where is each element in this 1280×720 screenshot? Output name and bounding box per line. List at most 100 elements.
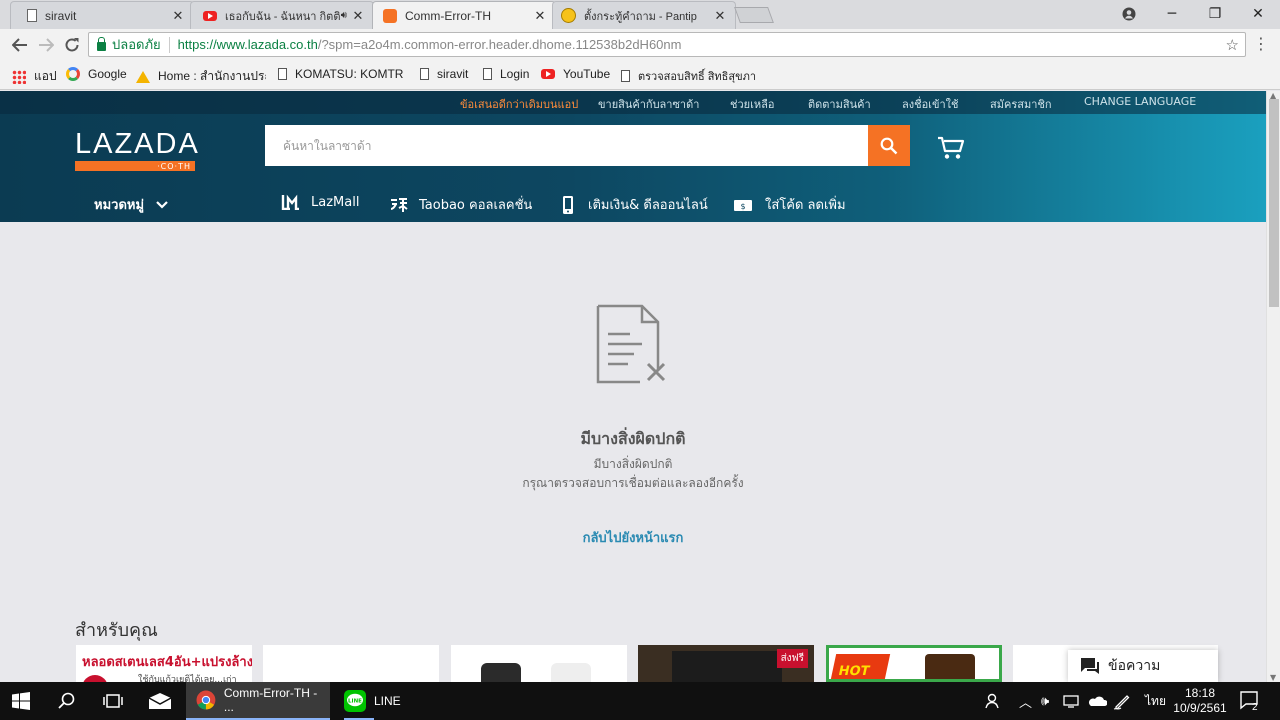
bookmark-komatsu[interactable]: KOMATSU: KOMTRAX [278, 67, 403, 81]
product-image [481, 663, 521, 682]
track-order-link[interactable]: ติดตามสินค้า [808, 95, 871, 113]
bookmark-label: Login [500, 67, 530, 81]
search-button[interactable] [868, 125, 910, 166]
categories-label: หมวดหมู่ [94, 198, 145, 213]
close-icon[interactable]: ✕ [533, 8, 547, 24]
bookmark-label: Google [88, 67, 127, 81]
help-link[interactable]: ช่วยเหลือ [730, 95, 774, 113]
close-window-button[interactable]: ✕ [1236, 0, 1280, 28]
network-icon[interactable] [1063, 682, 1081, 720]
bookmark-label: Home : สำนักงานประกัน [158, 69, 266, 83]
action-center-icon[interactable]: 2 [1240, 682, 1268, 720]
chrome-menu-icon[interactable]: ⋮ [1253, 34, 1269, 53]
bookmark-health-rights[interactable]: ตรวจสอบสิทธิ์ สิทธิสุขภา [621, 67, 760, 85]
lazmall-icon [281, 194, 299, 210]
search-box [265, 125, 910, 166]
signup-link[interactable]: สมัครสมาชิก [990, 95, 1052, 113]
pen-workspace-icon[interactable] [1113, 682, 1131, 720]
scroll-down-icon[interactable]: ▼ [1270, 673, 1276, 682]
tab-title: siravit [45, 8, 77, 23]
back-button[interactable] [8, 33, 32, 57]
close-icon[interactable]: ✕ [351, 8, 365, 24]
back-to-home-link[interactable]: กลับไปยังหน้าแรก [0, 527, 1266, 548]
nav-topup[interactable]: เติมเงิน& ดีลออนไลน์ [562, 194, 708, 215]
notification-count: 2 [1252, 701, 1258, 713]
address-bar[interactable]: ปลอดภัย https://www.lazada.co.th/?spm=a2… [88, 32, 1246, 57]
url-path: /?spm=a2o4m.common-error.header.dhome.11… [317, 37, 682, 52]
audio-playing-icon[interactable]: 🔊︎ [341, 10, 347, 21]
search-taskbar-button[interactable] [58, 682, 76, 720]
drive-icon [136, 70, 150, 83]
bookmarks-bar: แอป Google Home : สำนักงานประกัน KOMATSU… [0, 60, 1280, 90]
categories-menu[interactable]: หมวดหมู่ [94, 194, 168, 215]
login-link[interactable]: ลงชื่อเข้าใช้ [902, 95, 958, 113]
volume-icon[interactable]: 🕪︎ [1041, 682, 1049, 720]
bookmark-google[interactable]: Google [66, 67, 127, 81]
tab-siravit[interactable]: siravit ✕ [10, 1, 194, 29]
chat-widget[interactable]: ข้อความ [1068, 650, 1218, 682]
product-card[interactable] [263, 645, 439, 682]
chat-icon [1081, 658, 1099, 674]
document-icon [27, 9, 37, 22]
start-button[interactable] [12, 682, 30, 720]
url-host: https://www.lazada.co.th [177, 37, 318, 52]
input-language[interactable]: ไทย [1145, 682, 1166, 720]
show-hidden-icons-chevron-icon[interactable]: ︿ [1019, 682, 1032, 720]
scrollbar-thumb[interactable] [1269, 99, 1279, 307]
new-tab-button[interactable] [734, 7, 774, 23]
nav-voucher[interactable]: $ ใส่โค้ด ลดเพิ่ม [733, 194, 846, 215]
taskbar-app-line[interactable]: LINE LINE [334, 682, 434, 720]
tab-pantip[interactable]: ตั้งกระทู้คำถาม - Pantip ✕ [552, 1, 736, 29]
google-icon [66, 67, 80, 81]
app-offer-link[interactable]: ข้อเสนอดีกว่าเดิมบนแอป [460, 95, 578, 113]
page-scrollbar[interactable]: ▲ ▼ [1266, 91, 1280, 682]
product-card[interactable]: หลอดสเตนเลส4อัน+แปรงล้าง ใช้กับแก้วเยติไ… [76, 645, 252, 682]
bookmark-siravit[interactable]: siravit [420, 67, 468, 81]
browser-tab-strip: siravit ✕ เธอกับฉัน - ฉันหนา กิตติ 🔊︎ ✕ … [0, 0, 1280, 29]
profile-icon[interactable] [1107, 0, 1151, 28]
nav-label: ใส่โค้ด ลดเพิ่ม [765, 198, 846, 213]
error-document-icon [596, 304, 668, 388]
nav-taobao[interactable]: Taobao คอลเลคชั่น [389, 194, 532, 215]
minimize-button[interactable]: ─ [1150, 0, 1194, 28]
url-separator [168, 36, 170, 53]
people-icon[interactable] [984, 682, 1002, 720]
product-card[interactable]: ส่งฟรี [638, 645, 814, 682]
reload-button[interactable] [60, 33, 84, 57]
bookmark-home[interactable]: Home : สำนักงานประกัน [136, 67, 266, 86]
product-card[interactable]: HOT [826, 645, 1002, 682]
pantip-icon [561, 8, 576, 23]
mail-icon [148, 693, 172, 709]
taobao-icon [390, 197, 408, 212]
close-icon[interactable]: ✕ [171, 8, 185, 24]
product-image [925, 654, 975, 679]
error-subtitle: มีบางสิ่งผิดปกติ [593, 457, 673, 471]
bookmark-youtube[interactable]: YouTube [541, 67, 610, 81]
change-language-link[interactable]: CHANGE LANGUAGE [1084, 95, 1196, 108]
maximize-button[interactable]: ❐ [1193, 0, 1237, 28]
product-card[interactable] [451, 645, 627, 682]
sell-link[interactable]: ขายสินค้ากับลาซาด้า [598, 95, 699, 113]
clock[interactable]: 18:18 10/9/2561 [1172, 682, 1228, 720]
product-image [672, 651, 782, 682]
youtube-icon [541, 69, 555, 79]
onedrive-icon[interactable] [1087, 682, 1107, 720]
mail-button[interactable] [148, 682, 172, 720]
close-icon[interactable]: ✕ [713, 8, 727, 24]
task-view-button[interactable] [103, 682, 123, 720]
search-input[interactable] [265, 125, 868, 166]
logo-text: LAZADA [75, 128, 200, 160]
cart-icon[interactable] [936, 135, 966, 161]
lazada-logo[interactable]: LAZADA ·CO·TH [75, 128, 200, 171]
bookmark-star-icon[interactable]: ☆ [1226, 36, 1239, 54]
nav-lazmall[interactable]: LazMall [281, 194, 359, 210]
search-icon [880, 137, 898, 154]
bookmark-login[interactable]: Login [483, 67, 529, 81]
search-icon [58, 692, 75, 709]
tab-comm-error[interactable]: Comm-Error-TH ✕ [372, 1, 556, 29]
bookmark-apps[interactable]: แอป [12, 67, 57, 86]
nav-label: LazMall [311, 194, 360, 210]
forward-button[interactable] [34, 33, 58, 57]
tab-youtube-song[interactable]: เธอกับฉัน - ฉันหนา กิตติ 🔊︎ ✕ [190, 1, 374, 29]
taskbar-app-chrome[interactable]: Comm-Error-TH - ... [186, 682, 330, 720]
